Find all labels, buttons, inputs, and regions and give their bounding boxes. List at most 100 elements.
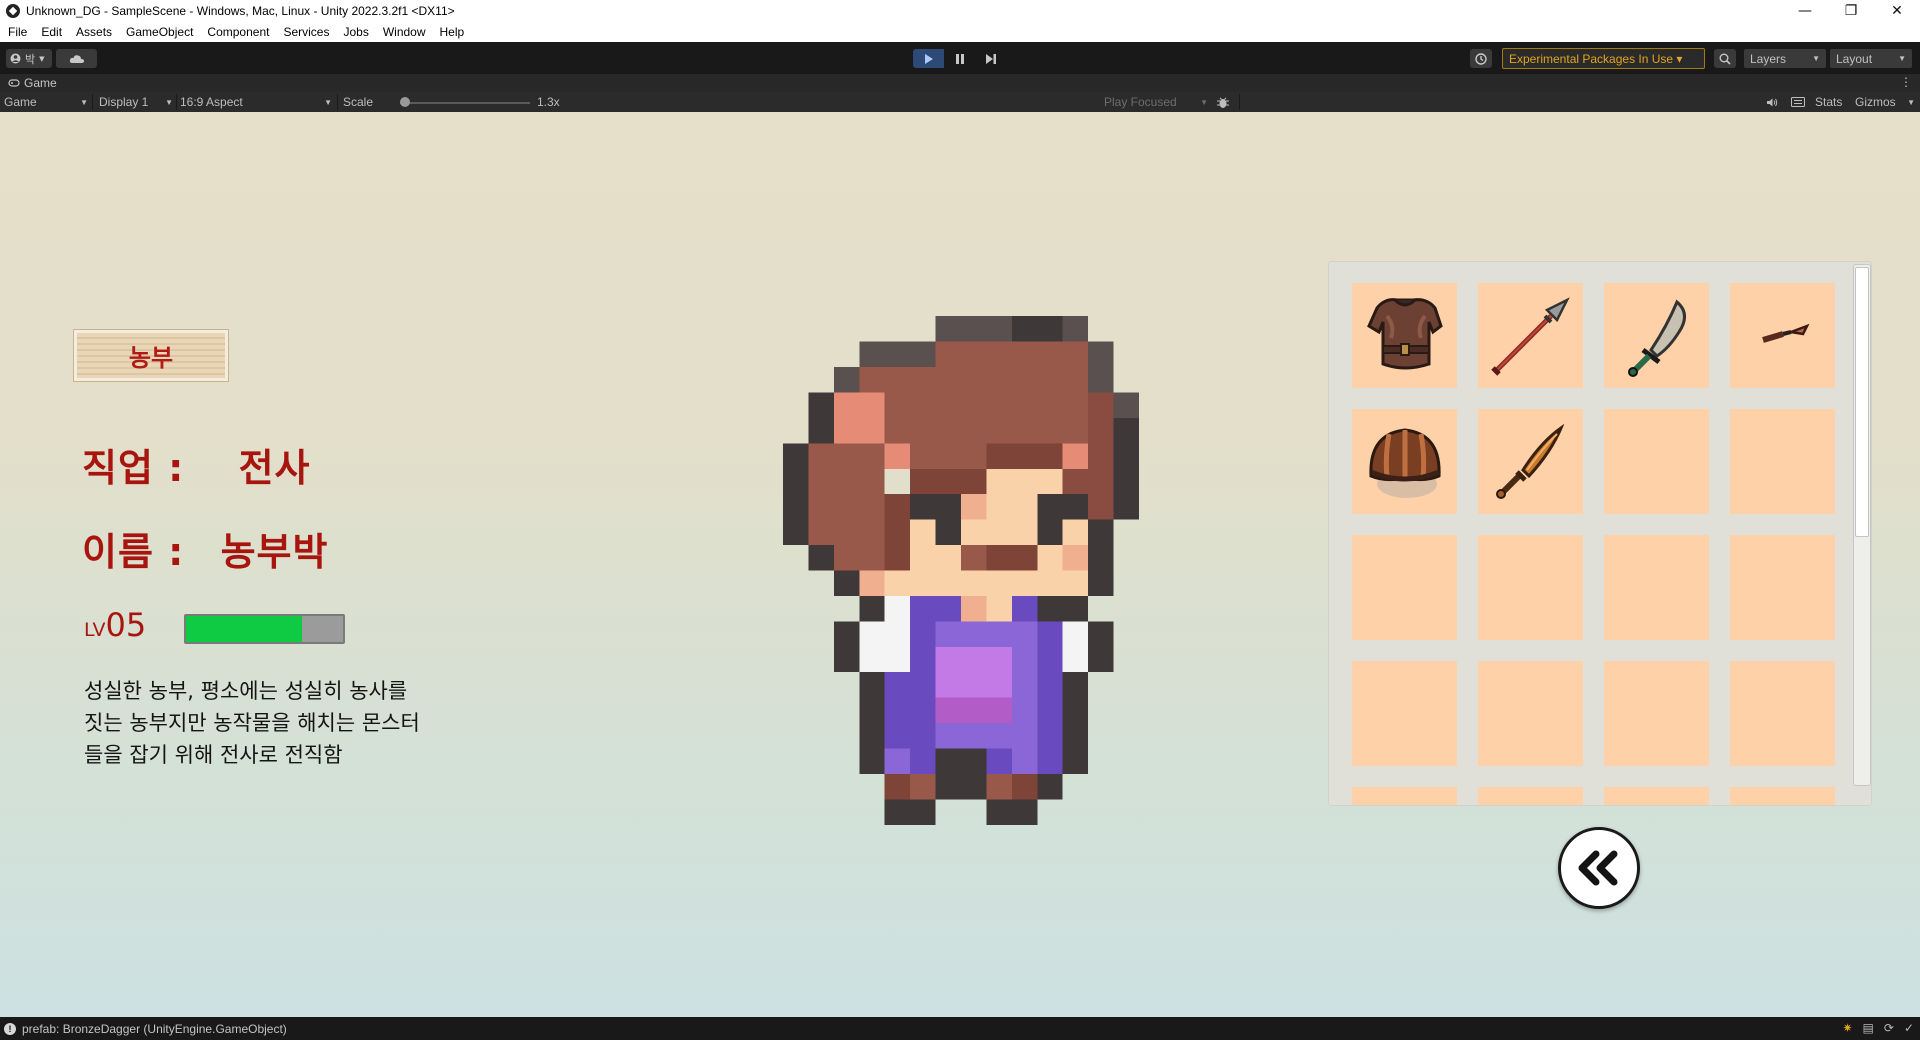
search-button[interactable]	[1714, 49, 1736, 68]
view-mode-dropdown[interactable]: Game ▼	[4, 92, 88, 112]
description-line: 짓는 농부지만 농작물을 해치는 몬스터	[84, 711, 420, 735]
layout-label: Layout	[1836, 51, 1873, 66]
bug-button[interactable]	[1216, 92, 1230, 112]
inventory-panel	[1328, 261, 1872, 806]
play-focused-label: Play Focused	[1104, 95, 1177, 109]
window-controls: — ❐ ✕	[1782, 0, 1920, 22]
name-row: 이름 : 농부박	[82, 521, 328, 576]
sync-icon[interactable]: ⟳	[1884, 1021, 1894, 1035]
menu-assets[interactable]: Assets	[69, 25, 119, 39]
inventory-slot-empty[interactable]	[1730, 409, 1835, 514]
cloud-button[interactable]	[56, 49, 97, 68]
character-name-plate: 농부	[74, 330, 228, 381]
menu-component[interactable]: Component	[200, 25, 276, 39]
scale-label: Scale	[343, 95, 374, 109]
window-title: Unknown_DG - SampleScene - Windows, Mac,…	[26, 4, 455, 18]
layout-dropdown[interactable]: Layout ▼	[1830, 49, 1912, 68]
display-dropdown[interactable]: Display 1 ▼	[99, 92, 173, 112]
layers-dropdown[interactable]: Layers ▼	[1744, 49, 1826, 68]
play-controls	[913, 49, 1006, 68]
character-description: 성실한 농부, 평소에는 성실히 농사를 짓는 농부지만 농작물을 해치는 몬스…	[84, 675, 464, 771]
close-button[interactable]: ✕	[1874, 0, 1920, 22]
menu-services[interactable]: Services	[276, 25, 336, 39]
gizmos-dropdown[interactable]: Gizmos ▼	[1855, 92, 1915, 112]
console-icon[interactable]: ▤	[1863, 1021, 1874, 1035]
gamepad-icon	[8, 79, 20, 87]
minimize-button[interactable]: —	[1782, 0, 1828, 22]
status-message[interactable]: prefab: BronzeDagger (UnityEngine.GameOb…	[22, 1022, 287, 1036]
scale-value: 1.3x	[537, 95, 560, 109]
unity-logo-icon	[6, 4, 20, 18]
inventory-slot-empty[interactable]	[1478, 787, 1583, 805]
inventory-slot-empty[interactable]	[1730, 787, 1835, 805]
inventory-scrollbar[interactable]	[1853, 264, 1871, 786]
scimitar-icon	[1607, 286, 1707, 386]
play-focused-dropdown[interactable]: Play Focused ▼	[1104, 92, 1208, 112]
inventory-slot-empty[interactable]	[1604, 535, 1709, 640]
inventory-slot-scimitar[interactable]	[1604, 283, 1709, 388]
back-button[interactable]	[1558, 827, 1640, 909]
inventory-slot-empty[interactable]	[1478, 535, 1583, 640]
step-button[interactable]	[975, 49, 1006, 68]
inventory-slot-empty[interactable]	[1730, 535, 1835, 640]
level-display: LV05	[84, 606, 146, 644]
scale-slider-track[interactable]	[400, 102, 530, 104]
description-line: 들을 잡기 위해 전사로 전직함	[84, 743, 343, 767]
inventory-slot-spear[interactable]	[1478, 283, 1583, 388]
play-icon	[925, 53, 933, 64]
layers-label: Layers	[1750, 51, 1787, 66]
inventory-slot-empty[interactable]	[1352, 661, 1457, 766]
menu-jobs[interactable]: Jobs	[336, 25, 375, 39]
experimental-packages-button[interactable]: Experimental Packages In Use ▾	[1502, 48, 1705, 69]
game-view-toolbar: Game ▼ Display 1 ▼ 16:9 Aspect ▼ Scale 1…	[0, 92, 1920, 112]
farmer-character-sprite	[783, 316, 1139, 825]
history-icon	[1475, 52, 1487, 65]
inventory-slot-dagger[interactable]	[1730, 283, 1835, 388]
account-icon	[10, 53, 21, 64]
account-button[interactable]: 박 ▼	[6, 49, 52, 68]
aspect-dropdown[interactable]: 16:9 Aspect ▼	[180, 92, 332, 112]
mute-audio-button[interactable]	[1766, 92, 1778, 112]
menu-gameobject[interactable]: GameObject	[119, 25, 200, 39]
restore-button[interactable]: ❐	[1828, 0, 1874, 22]
inventory-grid	[1352, 283, 1835, 805]
menu-edit[interactable]: Edit	[34, 25, 69, 39]
inventory-slot-leather-helmet[interactable]	[1352, 409, 1457, 514]
inventory-slot-leather-armor[interactable]	[1352, 283, 1457, 388]
scale-slider-handle[interactable]	[400, 97, 410, 107]
play-button[interactable]	[913, 49, 944, 68]
status-bar: ! prefab: BronzeDagger (UnityEngine.Game…	[0, 1017, 1920, 1040]
info-icon: !	[4, 1022, 16, 1035]
chevron-down-icon: ▼	[1200, 97, 1208, 107]
window-title-bar: Unknown_DG - SampleScene - Windows, Mac,…	[0, 0, 1920, 22]
game-tab-bar: Game ⋮	[0, 74, 1920, 92]
search-icon	[1719, 53, 1731, 65]
bug-icon[interactable]: ✷	[1842, 1021, 1852, 1035]
gizmos-label: Gizmos	[1855, 95, 1896, 109]
inventory-slot-empty[interactable]	[1604, 787, 1709, 805]
menu-file[interactable]: File	[0, 25, 34, 39]
history-button[interactable]	[1470, 49, 1492, 68]
menu-help[interactable]: Help	[433, 25, 472, 39]
tab-game[interactable]: Game	[0, 76, 57, 90]
inventory-slot-empty[interactable]	[1478, 661, 1583, 766]
shortcut-button[interactable]	[1791, 92, 1805, 112]
inventory-slot-empty[interactable]	[1604, 409, 1709, 514]
menu-window[interactable]: Window	[376, 25, 433, 39]
inventory-slot-empty[interactable]	[1352, 787, 1457, 805]
inventory-slot-empty[interactable]	[1604, 661, 1709, 766]
pause-button[interactable]	[944, 49, 975, 68]
job-row: 직업 : 전사	[82, 437, 311, 492]
check-icon[interactable]: ✓	[1904, 1021, 1914, 1035]
inventory-slot-empty[interactable]	[1730, 661, 1835, 766]
stats-button[interactable]: Stats	[1815, 92, 1842, 112]
leather-armor-icon	[1355, 286, 1455, 386]
job-label: 직업 :	[82, 446, 185, 490]
pause-icon	[955, 53, 964, 64]
more-options-icon[interactable]: ⋮	[1900, 75, 1912, 89]
inventory-slot-bronze-dagger[interactable]	[1478, 409, 1583, 514]
chevron-down-icon: ▼	[1898, 54, 1906, 63]
level-prefix: LV	[84, 619, 106, 641]
scrollbar-thumb[interactable]	[1855, 267, 1869, 537]
inventory-slot-empty[interactable]	[1352, 535, 1457, 640]
